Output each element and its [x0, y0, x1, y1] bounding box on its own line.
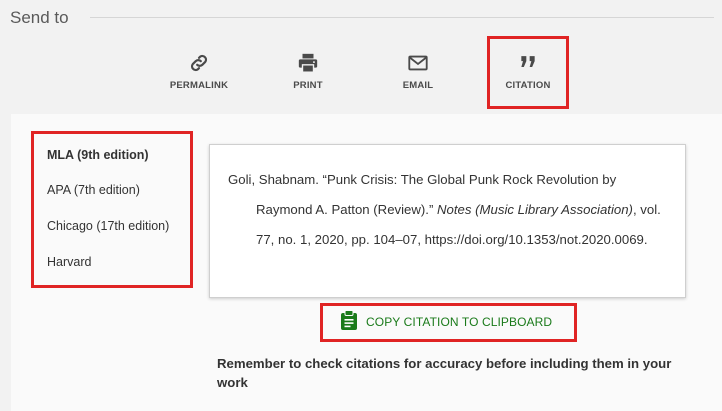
permalink-label: PERMALINK: [169, 80, 229, 91]
link-icon: [154, 52, 244, 78]
print-label: PRINT: [293, 80, 323, 91]
envelope-icon: [373, 52, 463, 78]
header-divider: [90, 17, 714, 18]
citation-text: Goli, Shabnam. “Punk Crisis: The Global …: [228, 165, 668, 255]
citation-card: Goli, Shabnam. “Punk Crisis: The Global …: [209, 144, 686, 298]
email-label: EMAIL: [402, 80, 434, 91]
send-to-title: Send to: [10, 8, 69, 27]
citation-journal: Notes (Music Library Association): [437, 202, 633, 217]
email-action[interactable]: EMAIL: [373, 50, 463, 100]
print-action[interactable]: PRINT: [263, 50, 353, 100]
send-to-header: Send to: [0, 0, 722, 40]
citation-highlight-box: [487, 36, 569, 109]
printer-icon: [263, 52, 353, 78]
accuracy-reminder: Remember to check citations for accuracy…: [217, 356, 672, 390]
copy-citation-highlight-box: [320, 303, 577, 342]
permalink-action[interactable]: PERMALINK: [154, 50, 244, 100]
citation-styles-highlight-box: [31, 131, 193, 288]
